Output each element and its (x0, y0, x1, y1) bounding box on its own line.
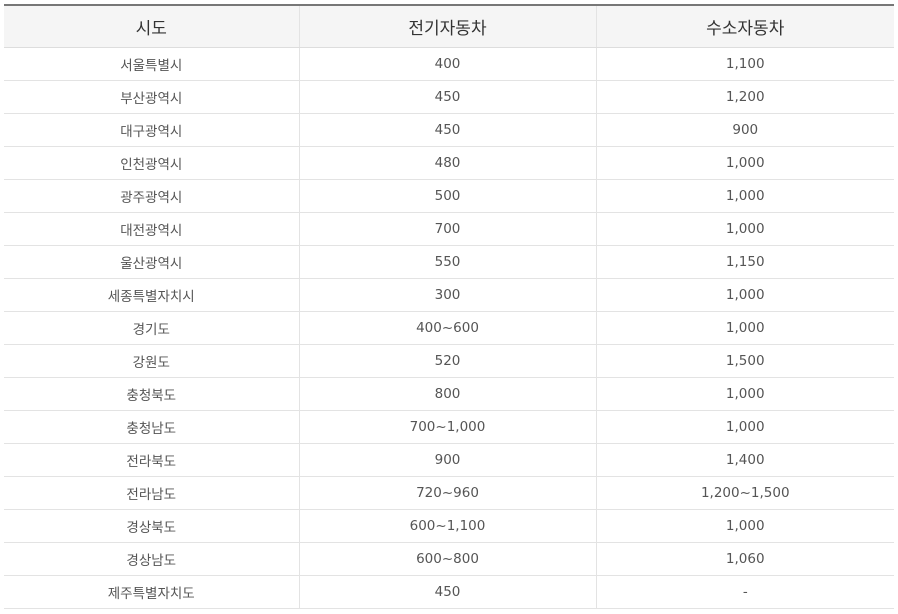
region-cell: 대전광역시 (4, 212, 299, 246)
table-row: 서울특별시 400 1,100 (4, 47, 894, 81)
electric-cell: 480 (298, 146, 596, 180)
region-cell: 강원도 (4, 344, 299, 378)
subsidy-table: 시도 전기자동차 수소자동차 서울특별시 400 1,100 부산광역시 450 1,20… (4, 4, 894, 609)
region-cell: 전라남도 (4, 476, 299, 510)
table-body: 서울특별시 400 1,100 부산광역시 450 1,200 대구광역시 450 900 인천광… (4, 47, 894, 609)
table-row: 경기도 400~600 1,000 (4, 311, 894, 345)
region-cell: 울산광역시 (4, 245, 299, 279)
table-row: 경상북도 600~1,100 1,000 (4, 509, 894, 543)
hydrogen-cell: 1,060 (595, 542, 894, 576)
hydrogen-cell: 1,000 (595, 377, 894, 411)
table-row: 강원도 520 1,500 (4, 344, 894, 378)
electric-cell: 300 (298, 278, 596, 312)
electric-cell: 400 (298, 47, 596, 81)
hydrogen-cell: 1,500 (595, 344, 894, 378)
hydrogen-cell: 1,000 (595, 179, 894, 213)
hydrogen-cell: 1,200 (595, 80, 894, 114)
region-cell: 충청남도 (4, 410, 299, 444)
header-row: 시도 전기자동차 수소자동차 (4, 4, 894, 48)
electric-cell: 450 (298, 113, 596, 147)
table-header: 시도 전기자동차 수소자동차 (4, 4, 894, 48)
region-cell: 경상북도 (4, 509, 299, 543)
region-cell: 부산광역시 (4, 80, 299, 114)
region-cell: 경기도 (4, 311, 299, 345)
table-row: 세종특별자치시 300 1,000 (4, 278, 894, 312)
electric-cell: 800 (298, 377, 596, 411)
electric-cell: 700 (298, 212, 596, 246)
electric-cell: 450 (298, 80, 596, 114)
electric-cell: 500 (298, 179, 596, 213)
region-cell: 인천광역시 (4, 146, 299, 180)
electric-cell: 600~1,100 (298, 509, 596, 543)
table-row: 부산광역시 450 1,200 (4, 80, 894, 114)
table-row: 전라남도 720~960 1,200~1,500 (4, 476, 894, 510)
table-row: 전라북도 900 1,400 (4, 443, 894, 477)
electric-cell: 400~600 (298, 311, 596, 345)
electric-cell: 550 (298, 245, 596, 279)
table-row: 대전광역시 700 1,000 (4, 212, 894, 246)
hydrogen-cell: 1,150 (595, 245, 894, 279)
table-row: 광주광역시 500 1,000 (4, 179, 894, 213)
hydrogen-cell: 1,200~1,500 (595, 476, 894, 510)
hydrogen-cell: 1,100 (595, 47, 894, 81)
table-row: 인천광역시 480 1,000 (4, 146, 894, 180)
table-row: 대구광역시 450 900 (4, 113, 894, 147)
hydrogen-cell: 1,000 (595, 146, 894, 180)
subsidy-table-container: 시도 전기자동차 수소자동차 서울특별시 400 1,100 부산광역시 450 1,20… (4, 4, 894, 609)
electric-cell: 700~1,000 (298, 410, 596, 444)
electric-cell: 600~800 (298, 542, 596, 576)
region-cell: 제주특별자치도 (4, 575, 299, 609)
hydrogen-cell: - (595, 575, 894, 609)
electric-cell: 720~960 (298, 476, 596, 510)
region-cell: 경상남도 (4, 542, 299, 576)
hydrogen-cell: 1,400 (595, 443, 894, 477)
region-cell: 서울특별시 (4, 47, 299, 81)
table-row: 충청북도 800 1,000 (4, 377, 894, 411)
table-row: 충청남도 700~1,000 1,000 (4, 410, 894, 444)
table-row: 울산광역시 550 1,150 (4, 245, 894, 279)
region-cell: 충청북도 (4, 377, 299, 411)
electric-cell: 520 (298, 344, 596, 378)
region-cell: 광주광역시 (4, 179, 299, 213)
region-cell: 세종특별자치시 (4, 278, 299, 312)
electric-cell: 450 (298, 575, 596, 609)
header-cell-electric: 전기자동차 (298, 4, 596, 48)
electric-cell: 900 (298, 443, 596, 477)
table-row: 제주특별자치도 450- (4, 575, 894, 609)
header-cell-region: 시도 (4, 4, 299, 48)
hydrogen-cell: 1,000 (595, 212, 894, 246)
hydrogen-cell: 900 (595, 113, 894, 147)
hydrogen-cell: 1,000 (595, 410, 894, 444)
region-cell: 전라북도 (4, 443, 299, 477)
hydrogen-cell: 1,000 (595, 311, 894, 345)
hydrogen-cell: 1,000 (595, 509, 894, 543)
region-cell: 대구광역시 (4, 113, 299, 147)
header-cell-hydrogen: 수소자동차 (595, 4, 894, 48)
table-row: 경상남도 600~800 1,060 (4, 542, 894, 576)
hydrogen-cell: 1,000 (595, 278, 894, 312)
